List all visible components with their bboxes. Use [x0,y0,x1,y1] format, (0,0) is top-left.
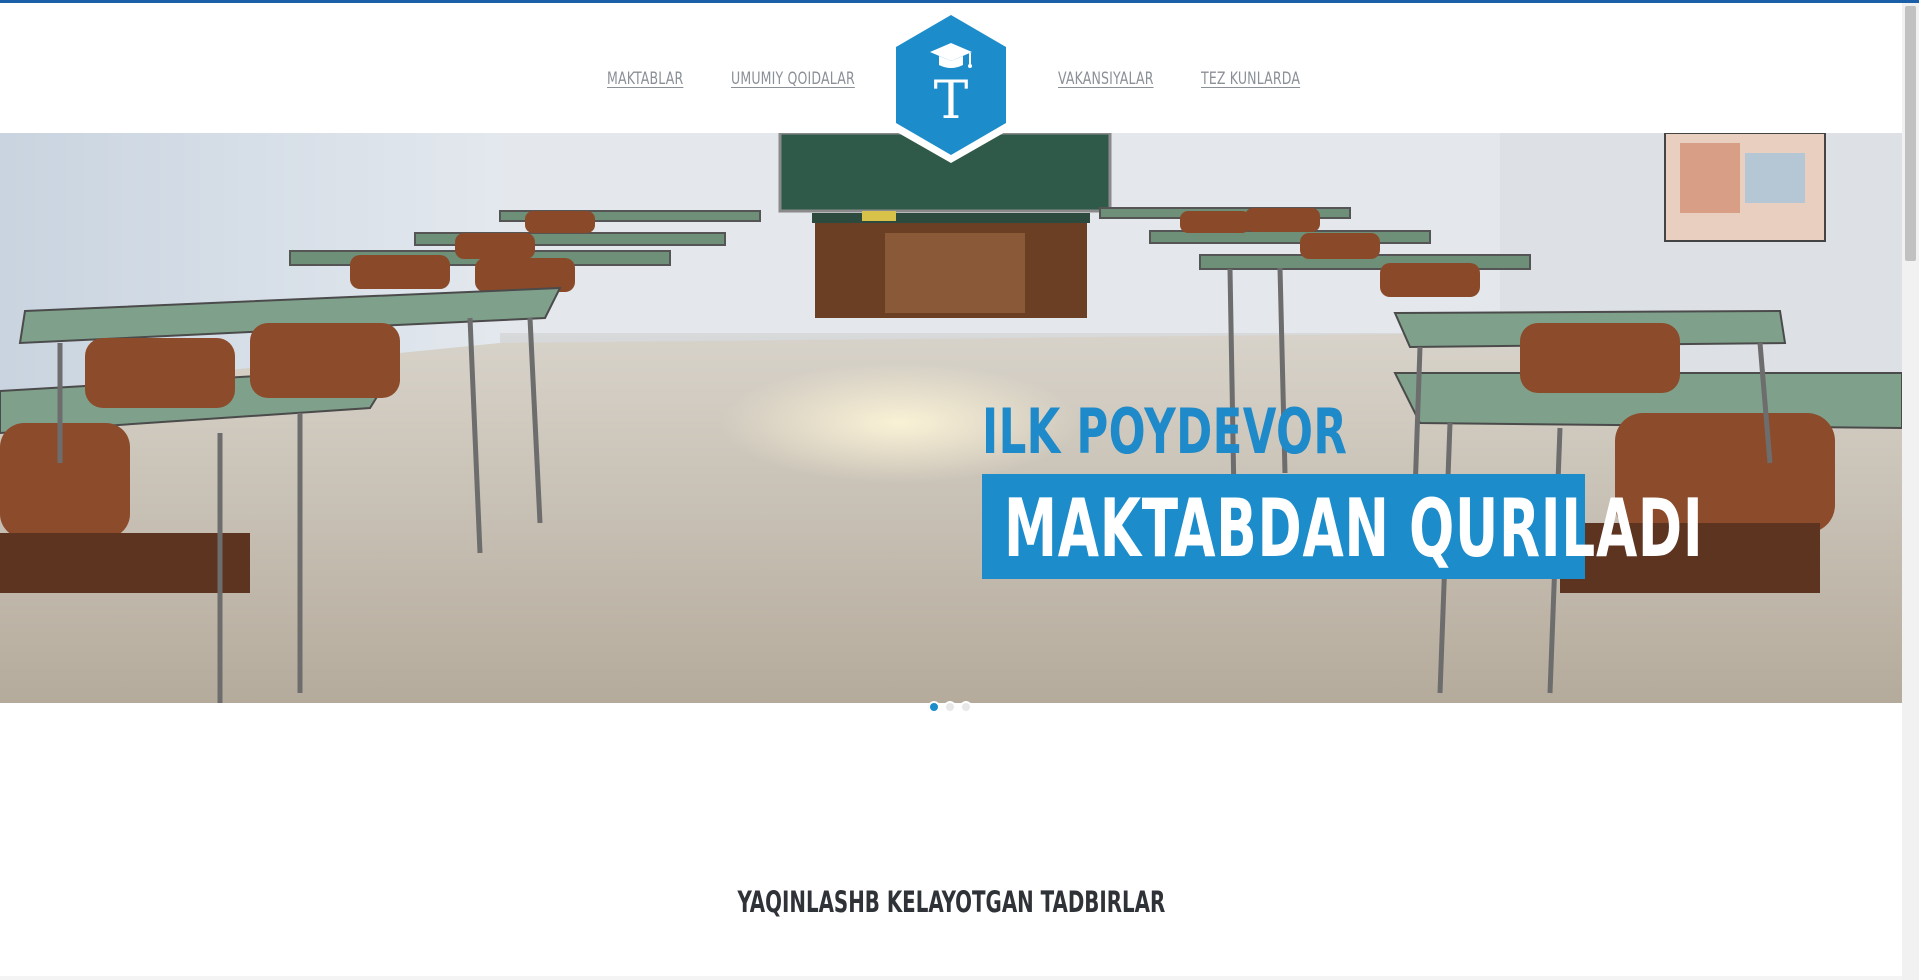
slider-dot-1[interactable] [928,701,940,713]
site-logo[interactable]: T [884,5,1018,165]
hero-slider[interactable]: ILK POYDEVOR MAKTABDAN QURILADI [0,133,1902,703]
nav-link-tez-kunlarda[interactable]: TEZ KUNLARDA [1201,69,1300,89]
nav-link-maktablar[interactable]: MAKTABLAR [607,69,683,89]
logo-letter: T [934,71,969,131]
events-section-title: YAQINLASHB KELAYOTGAN TADBIRLAR [0,885,1902,919]
hero-headline-main: MAKTABDAN QURILADI [1004,482,1704,575]
scrollbar-thumb[interactable] [1905,6,1916,261]
nav-link-umumiy-qoidalar[interactable]: UMUMIY QOIDALAR [731,69,855,89]
classroom-photo [0,133,1902,703]
hero-headline-box: MAKTABDAN QURILADI [982,474,1703,579]
slider-dot-2[interactable] [944,701,956,713]
hero-headline-top: ILK POYDEVOR [982,395,1348,468]
nav-link-vakansiyalar[interactable]: VAKANSIYALAR [1058,69,1154,89]
page-bottom-edge [0,976,1902,980]
events-section-title-text: YAQINLASHB KELAYOTGAN TADBIRLAR [737,885,1165,919]
slider-dot-3[interactable] [960,701,972,713]
